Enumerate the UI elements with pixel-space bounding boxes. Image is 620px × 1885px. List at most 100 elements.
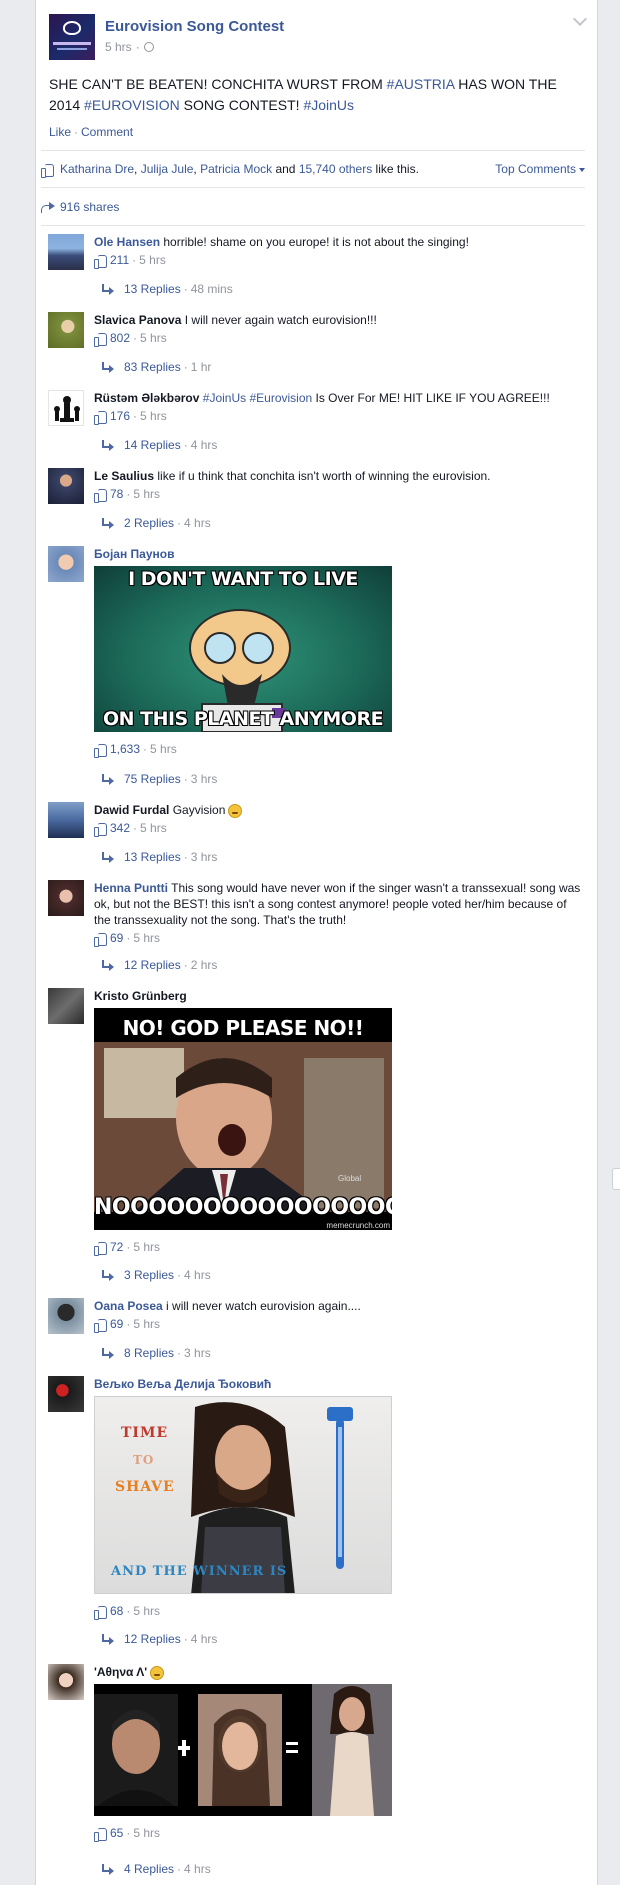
comment-like-count[interactable]: 802 <box>110 331 130 345</box>
hashtag-joinus[interactable]: #JoinUs <box>303 97 354 113</box>
meme-image-shave[interactable]: TIME TO SHAVE AND THE WINNER IS <box>94 1396 392 1594</box>
top-comments-dropdown[interactable]: Top Comments <box>495 162 585 176</box>
reply-arrow-icon <box>100 774 114 785</box>
comment-time: 5 hrs <box>133 931 161 945</box>
wink-emoji-icon <box>150 1665 165 1680</box>
comment-like-count[interactable]: 78 <box>110 487 123 501</box>
avatar[interactable] <box>48 880 84 916</box>
commenter-name[interactable]: Бојан Паунов <box>94 547 174 561</box>
avatar[interactable] <box>48 1376 84 1412</box>
reply-arrow-icon <box>100 284 114 295</box>
meme-top-caption: I DON'T WANT TO LIVE <box>128 568 358 590</box>
replies-row[interactable]: 13 Replies · 48 mins <box>100 282 233 296</box>
commenter-name[interactable]: Dawid Furdal <box>94 803 169 817</box>
globe-icon <box>143 42 154 52</box>
commenter-name[interactable]: Kristo Grünberg <box>94 989 187 1003</box>
replies-row[interactable]: 75 Replies · 3 hrs <box>100 772 217 786</box>
comment-like-count[interactable]: 69 <box>110 1317 123 1331</box>
commenter-name[interactable]: Вељко Веља Делија Ђоковић <box>94 1377 271 1391</box>
avatar[interactable] <box>48 312 84 348</box>
replies-row[interactable]: 8 Replies · 3 hrs <box>100 1346 211 1360</box>
meme-credit: memecrunch.com <box>326 1221 390 1230</box>
comment-like-count[interactable]: 72 <box>110 1240 123 1254</box>
thumbs-up-icon[interactable] <box>94 1318 107 1333</box>
avatar[interactable] <box>48 546 84 582</box>
hashtag-austria[interactable]: #AUSTRIA <box>387 76 455 92</box>
comment-like-count[interactable]: 68 <box>110 1604 123 1618</box>
comment-like-count[interactable]: 69 <box>110 931 123 945</box>
commenter-name[interactable]: 'Αθηνα Λ' <box>94 1665 147 1679</box>
chevron-down-icon[interactable] <box>572 11 588 27</box>
shares-bar: 916 shares <box>41 188 585 226</box>
commenter-name[interactable]: Rüstəm Ələkbərov <box>94 391 199 405</box>
like-link[interactable]: Like <box>49 125 71 139</box>
hashtag-joinus[interactable]: #JoinUs <box>203 391 246 405</box>
meme-bottom-caption: ON THIS PLANET ANYMORE <box>102 708 384 730</box>
eurovision-heart-icon <box>63 21 81 35</box>
hashtag-eurovision[interactable]: #Eurovision <box>249 391 312 405</box>
chess-pieces-icon <box>54 396 80 422</box>
replies-row[interactable]: 12 Replies · 2 hrs <box>100 958 217 972</box>
thumbs-up-icon[interactable] <box>94 932 107 947</box>
thumbs-up-icon[interactable] <box>94 1605 107 1620</box>
thumbs-up-icon[interactable] <box>94 332 107 347</box>
others-link[interactable]: 15,740 others <box>299 162 372 176</box>
post-text: SHE CAN'T BE BEATEN! CONCHITA WURST FROM… <box>49 76 557 113</box>
avatar[interactable] <box>48 468 84 504</box>
thumbs-up-icon[interactable] <box>94 410 107 425</box>
commenter-name[interactable]: Henna Puntti <box>94 881 168 895</box>
comment-time: 5 hrs <box>140 821 167 835</box>
thumbs-up-icon[interactable] <box>94 822 107 837</box>
avatar[interactable] <box>48 988 84 1024</box>
comment-like-count[interactable]: 176 <box>110 409 130 423</box>
comment-text: Is Over For ME! HIT LIKE IF YOU AGREE!!! <box>315 391 550 405</box>
replies-row[interactable]: 12 Replies · 4 hrs <box>100 1632 217 1646</box>
replies-row[interactable]: 3 Replies · 4 hrs <box>100 1268 211 1282</box>
avatar[interactable] <box>48 1664 84 1700</box>
meme-image-collage[interactable] <box>94 1684 392 1816</box>
reply-arrow-icon <box>100 362 114 373</box>
comment-like-count[interactable]: 65 <box>110 1826 123 1840</box>
reply-arrow-icon <box>100 1270 114 1281</box>
avatar[interactable] <box>48 802 84 838</box>
replies-row[interactable]: 14 Replies · 4 hrs <box>100 438 217 452</box>
reply-arrow-icon <box>100 518 114 529</box>
comment-time: 5 hrs <box>140 409 167 423</box>
meme-image-futurama[interactable]: I DON'T WANT TO LIVE ON THIS PLANET ANYM… <box>94 566 392 732</box>
commenter-name[interactable]: Ole Hansen <box>94 235 160 249</box>
thumbs-up-icon[interactable] <box>94 254 107 269</box>
commenter-name[interactable]: Oana Posea <box>94 1299 163 1313</box>
comment-text: horrible! shame on you europe! it is not… <box>163 235 469 249</box>
commenter-name[interactable]: Le Saulius <box>94 469 154 483</box>
comment-time: 5 hrs <box>133 487 161 501</box>
avatar[interactable] <box>48 1298 84 1334</box>
avatar[interactable] <box>48 234 84 270</box>
thumbs-up-icon[interactable] <box>94 743 107 758</box>
post-time[interactable]: 5 hrs <box>105 40 132 54</box>
page-avatar[interactable] <box>49 14 95 60</box>
comment-like-count[interactable]: 211 <box>110 253 129 267</box>
thumbs-up-icon[interactable] <box>94 1241 107 1256</box>
hashtag-eurovision[interactable]: #EUROVISION <box>84 97 180 113</box>
comment-like-count[interactable]: 342 <box>110 821 130 835</box>
comment-link[interactable]: Comment <box>81 125 133 139</box>
avatar[interactable] <box>48 390 84 426</box>
comment-time: 5 hrs <box>140 331 167 345</box>
replies-row[interactable]: 13 Replies · 3 hrs <box>100 850 217 864</box>
thumbs-up-icon[interactable] <box>94 488 107 503</box>
likes-summary: Katharina Dre, Julija Jule, Patricia Moc… <box>60 162 419 176</box>
replies-row[interactable]: 2 Replies · 4 hrs <box>100 516 211 530</box>
shares-link[interactable]: 916 shares <box>60 200 119 214</box>
comment-time: 5 hrs <box>133 1317 161 1331</box>
reply-arrow-icon <box>100 1864 114 1875</box>
scroll-handle[interactable] <box>612 1168 620 1190</box>
meme-image-office[interactable]: NO! GOD PLEASE NO!! NOOOOOOOOOOOOOOOO Gl… <box>94 1008 392 1230</box>
replies-row[interactable]: 83 Replies · 1 hr <box>100 360 211 374</box>
page-name-link[interactable]: Eurovision Song Contest <box>105 18 284 35</box>
replies-row[interactable]: 4 Replies · 4 hrs <box>100 1862 211 1876</box>
post-card: Eurovision Song Contest 5 hrs · SHE CAN'… <box>35 0 598 1885</box>
comment-text: I will never again watch eurovision!!! <box>184 313 377 327</box>
thumbs-up-icon[interactable] <box>94 1827 107 1842</box>
commenter-name[interactable]: Slavica Panova <box>94 313 181 327</box>
comment-like-count[interactable]: 1,633 <box>110 742 140 756</box>
